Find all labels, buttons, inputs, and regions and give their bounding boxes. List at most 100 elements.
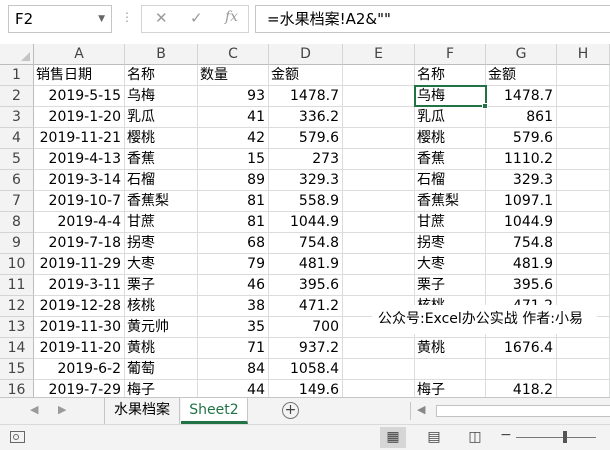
- cell-b7[interactable]: 香蕉梨: [125, 191, 198, 212]
- cell-c6[interactable]: 89: [198, 170, 269, 191]
- cell-d13[interactable]: 700: [269, 317, 343, 338]
- cell-f3[interactable]: 乳瓜: [415, 107, 486, 128]
- normal-view-button[interactable]: ▦: [380, 427, 406, 448]
- cell-g11[interactable]: 395.6: [486, 275, 557, 296]
- cell-g8[interactable]: 1044.9: [486, 212, 557, 233]
- cell-f5[interactable]: 香蕉: [415, 149, 486, 170]
- row-header[interactable]: 1: [0, 65, 34, 86]
- cell-f11[interactable]: 栗子: [415, 275, 486, 296]
- cell-d16[interactable]: 149.6: [269, 380, 343, 397]
- cell-h10[interactable]: [557, 254, 610, 275]
- row-header[interactable]: 3: [0, 107, 34, 128]
- cell-c10[interactable]: 79: [198, 254, 269, 275]
- cancel-icon[interactable]: ✕: [155, 9, 168, 27]
- cell-d12[interactable]: 471.2: [269, 296, 343, 317]
- cell-f10[interactable]: 大枣: [415, 254, 486, 275]
- cell-c9[interactable]: 68: [198, 233, 269, 254]
- cell-g16[interactable]: 418.2: [486, 380, 557, 397]
- cell-e16[interactable]: [343, 380, 415, 397]
- cell-e10[interactable]: [343, 254, 415, 275]
- cell-g4[interactable]: 579.6: [486, 128, 557, 149]
- cell-b3[interactable]: 乳瓜: [125, 107, 198, 128]
- cell-d5[interactable]: 273: [269, 149, 343, 170]
- row-header[interactable]: 2: [0, 86, 34, 107]
- cell-a14[interactable]: 2019-11-20: [34, 338, 125, 359]
- chevron-down-icon[interactable]: ▼: [98, 6, 105, 32]
- cell-d3[interactable]: 336.2: [269, 107, 343, 128]
- cell-e4[interactable]: [343, 128, 415, 149]
- cell-f1[interactable]: 名称: [415, 65, 486, 86]
- cell-h5[interactable]: [557, 149, 610, 170]
- cell-c1[interactable]: 数量: [198, 65, 269, 86]
- cell-c5[interactable]: 15: [198, 149, 269, 170]
- cell-h15[interactable]: [557, 359, 610, 380]
- insert-function-button[interactable]: fx: [225, 9, 238, 25]
- zoom-out-button[interactable]: −: [500, 427, 512, 443]
- cell-c11[interactable]: 46: [198, 275, 269, 296]
- cell-a13[interactable]: 2019-11-30: [34, 317, 125, 338]
- row-header[interactable]: 14: [0, 338, 34, 359]
- cell-c14[interactable]: 71: [198, 338, 269, 359]
- cell-a3[interactable]: 2019-1-20: [34, 107, 125, 128]
- cell-b12[interactable]: 核桃: [125, 296, 198, 317]
- cell-c13[interactable]: 35: [198, 317, 269, 338]
- drag-handle-icon[interactable]: ⋮: [121, 10, 133, 24]
- column-header-e[interactable]: E: [343, 44, 415, 65]
- row-header[interactable]: 11: [0, 275, 34, 296]
- cell-d14[interactable]: 937.2: [269, 338, 343, 359]
- cell-h6[interactable]: [557, 170, 610, 191]
- cell-g9[interactable]: 754.8: [486, 233, 557, 254]
- zoom-slider[interactable]: [516, 437, 596, 438]
- cell-c7[interactable]: 81: [198, 191, 269, 212]
- cell-h2[interactable]: [557, 86, 610, 107]
- cell-b6[interactable]: 石榴: [125, 170, 198, 191]
- cell-g6[interactable]: 329.3: [486, 170, 557, 191]
- column-header-g[interactable]: G: [486, 44, 557, 65]
- cell-h4[interactable]: [557, 128, 610, 149]
- cell-a11[interactable]: 2019-3-11: [34, 275, 125, 296]
- cell-b4[interactable]: 樱桃: [125, 128, 198, 149]
- column-header-h[interactable]: H: [557, 44, 610, 65]
- cell-a6[interactable]: 2019-3-14: [34, 170, 125, 191]
- next-sheet-icon[interactable]: ▶: [58, 403, 66, 416]
- cell-a15[interactable]: 2019-6-2: [34, 359, 125, 380]
- row-header[interactable]: 9: [0, 233, 34, 254]
- row-header[interactable]: 4: [0, 128, 34, 149]
- column-header-a[interactable]: A: [34, 44, 125, 65]
- cell-e15[interactable]: [343, 359, 415, 380]
- cell-a10[interactable]: 2019-11-29: [34, 254, 125, 275]
- cell-d6[interactable]: 329.3: [269, 170, 343, 191]
- cell-a1[interactable]: 销售日期: [34, 65, 125, 86]
- cell-f6[interactable]: 石榴: [415, 170, 486, 191]
- cell-b8[interactable]: 甘蔗: [125, 212, 198, 233]
- cell-h8[interactable]: [557, 212, 610, 233]
- cell-d10[interactable]: 481.9: [269, 254, 343, 275]
- cell-b16[interactable]: 梅子: [125, 380, 198, 397]
- row-header[interactable]: 7: [0, 191, 34, 212]
- cell-c15[interactable]: 84: [198, 359, 269, 380]
- cell-h7[interactable]: [557, 191, 610, 212]
- cell-b13[interactable]: 黄元帅: [125, 317, 198, 338]
- cell-g1[interactable]: 金额: [486, 65, 557, 86]
- cell-c16[interactable]: 44: [198, 380, 269, 397]
- page-break-view-button[interactable]: ◫: [462, 427, 488, 448]
- scroll-left-icon[interactable]: ◀: [417, 403, 425, 416]
- cell-d1[interactable]: 金额: [269, 65, 343, 86]
- horizontal-scrollbar[interactable]: ◀: [410, 402, 610, 420]
- cell-e2[interactable]: [343, 86, 415, 107]
- fill-handle[interactable]: [482, 103, 488, 109]
- macro-record-icon[interactable]: [10, 431, 25, 443]
- cell-f15[interactable]: [415, 359, 486, 380]
- cell-e8[interactable]: [343, 212, 415, 233]
- cell-h16[interactable]: [557, 380, 610, 397]
- row-header[interactable]: 16: [0, 380, 34, 397]
- cell-d15[interactable]: 1058.4: [269, 359, 343, 380]
- cell-e11[interactable]: [343, 275, 415, 296]
- cell-a2[interactable]: 2019-5-15: [34, 86, 125, 107]
- cell-h1[interactable]: [557, 65, 610, 86]
- scrollbar-thumb[interactable]: [436, 405, 610, 417]
- cell-d8[interactable]: 1044.9: [269, 212, 343, 233]
- row-header[interactable]: 5: [0, 149, 34, 170]
- column-header-f[interactable]: F: [415, 44, 486, 65]
- cell-a7[interactable]: 2019-10-7: [34, 191, 125, 212]
